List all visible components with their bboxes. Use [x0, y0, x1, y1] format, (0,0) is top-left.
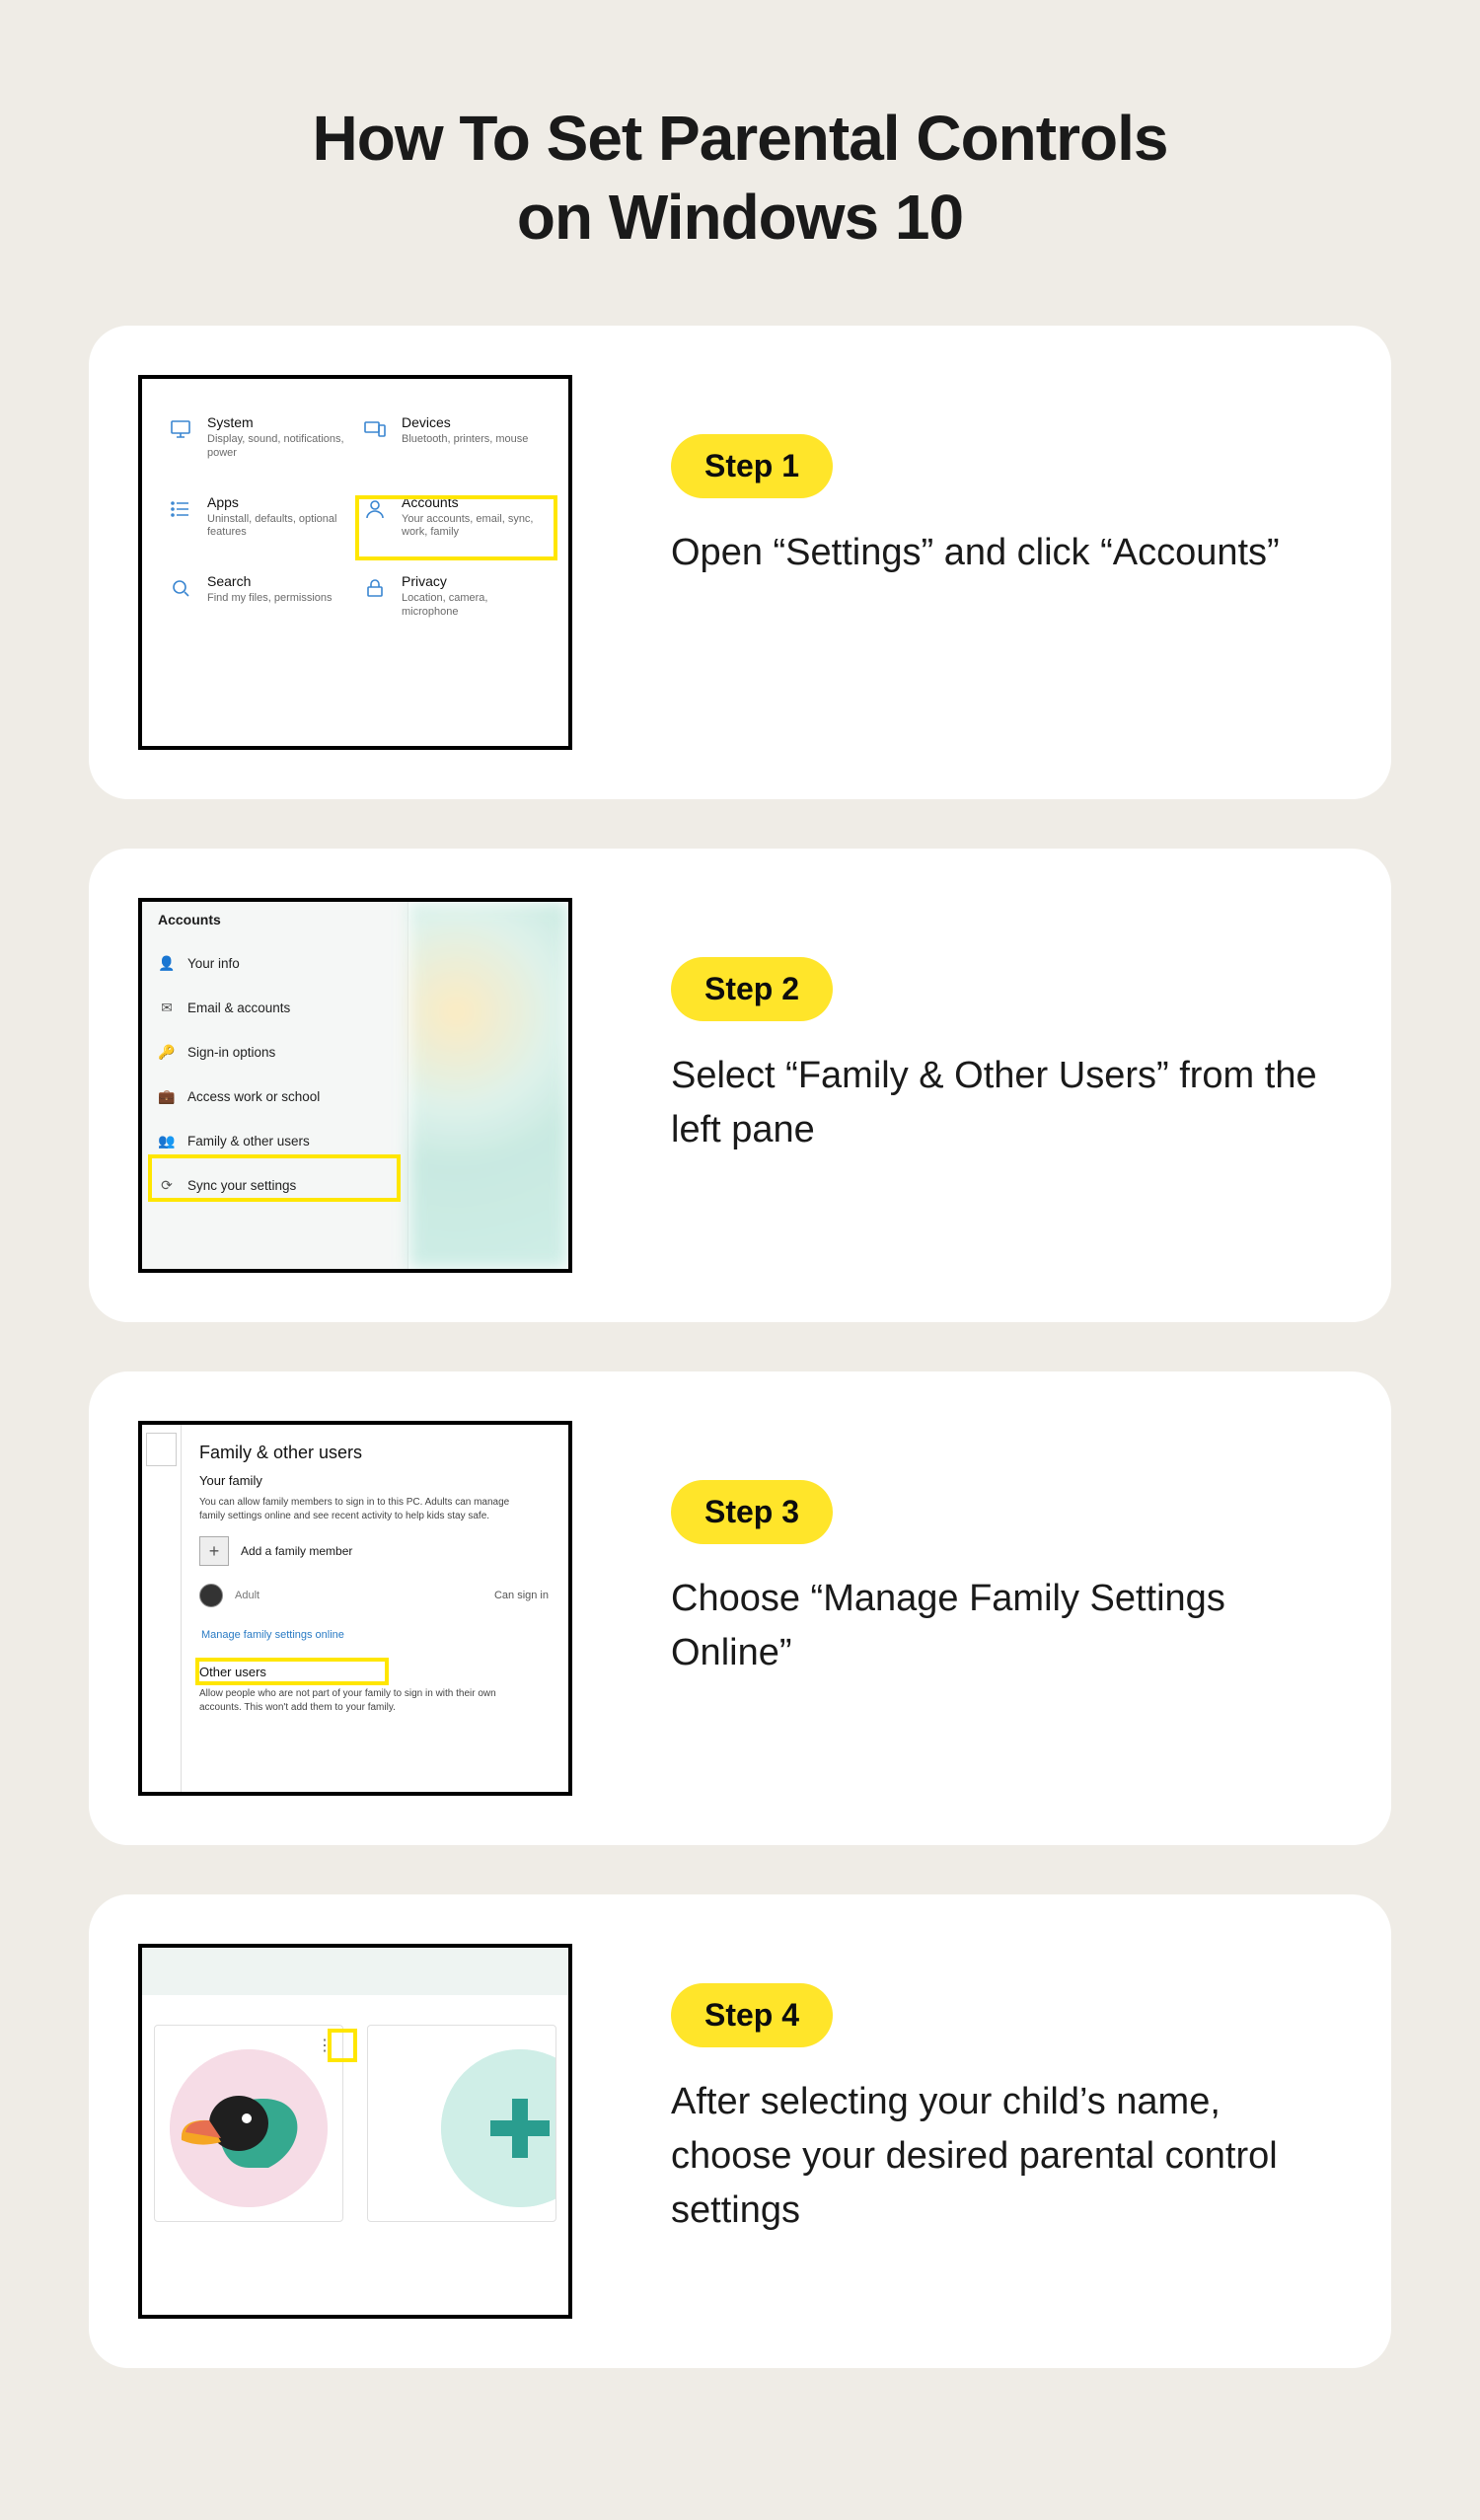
search-icon — [166, 573, 195, 603]
settings-item-label: System — [207, 414, 350, 430]
step-card-1: System Display, sound, notifications, po… — [89, 326, 1391, 799]
kebab-icon[interactable]: ⋮ — [317, 2036, 333, 2055]
child-avatar-2 — [441, 2049, 556, 2207]
settings-item-sub: Location, camera, microphone — [402, 592, 545, 620]
step-text: Select “Family & Other Users” from the l… — [671, 1049, 1332, 1157]
list-icon — [166, 494, 195, 524]
sidebar-icon: 👥 — [158, 1133, 176, 1149]
avatar-icon — [199, 1584, 223, 1607]
left-rail — [142, 1425, 182, 1792]
settings-item-label: Accounts — [402, 494, 545, 510]
sidebar-label: Family & other users — [187, 1134, 310, 1149]
settings-item-sub: Bluetooth, printers, mouse — [402, 433, 528, 447]
sidebar-icon: ✉ — [158, 1000, 176, 1016]
avatar-plus-icon — [441, 2049, 556, 2207]
settings-item-privacy[interactable]: Privacy Location, camera, microphone — [360, 573, 545, 620]
step-text: Open “Settings” and click “Accounts” — [671, 526, 1332, 580]
settings-item-label: Privacy — [402, 573, 545, 589]
manage-family-link[interactable]: Manage family settings online — [199, 1623, 346, 1647]
sidebar-label: Your info — [187, 956, 240, 971]
child-tile-1[interactable]: ⋮ — [154, 2025, 343, 2222]
step-card-2: Accounts 👤 Your info✉ Email & accounts🔑 … — [89, 849, 1391, 1322]
step-pill: Step 3 — [671, 1480, 833, 1544]
settings-item-label: Search — [207, 573, 333, 589]
lock-icon — [360, 573, 390, 603]
sidebar-label: Sign-in options — [187, 1045, 275, 1060]
family-desc: You can allow family members to sign in … — [199, 1496, 514, 1522]
family-window: Family & other users Your family You can… — [138, 1421, 572, 1796]
other-users-label: Other users — [199, 1665, 549, 1679]
page-title-line2: on Windows 10 — [517, 182, 963, 253]
sidebar-title: Accounts — [142, 902, 407, 941]
screenshot-step1: System Display, sound, notifications, po… — [138, 365, 592, 760]
step-card-3: Family & other users Your family You can… — [89, 1371, 1391, 1845]
sidebar-item-access-work-or-school[interactable]: 💼 Access work or school — [142, 1075, 407, 1119]
settings-item-sub: Find my files, permissions — [207, 592, 333, 606]
sidebar-item-sign-in-options[interactable]: 🔑 Sign-in options — [142, 1030, 407, 1075]
step-text: Choose “Manage Family Settings Online” — [671, 1572, 1332, 1680]
role-label: Adult — [235, 1590, 259, 1601]
sidebar-item-email-accounts[interactable]: ✉ Email & accounts — [142, 986, 407, 1030]
sidebar-label: Sync your settings — [187, 1178, 296, 1193]
settings-item-apps[interactable]: Apps Uninstall, defaults, optional featu… — [166, 494, 350, 541]
family-heading: Family & other users — [199, 1443, 549, 1463]
settings-item-label: Devices — [402, 414, 528, 430]
plus-icon[interactable]: + — [199, 1536, 229, 1566]
devices-icon — [360, 414, 390, 444]
monitor-icon — [166, 414, 195, 444]
screenshot-step3: Family & other users Your family You can… — [138, 1411, 592, 1806]
sidebar-label: Email & accounts — [187, 1001, 290, 1015]
other-users-desc: Allow people who are not part of your fa… — [199, 1687, 514, 1714]
screenshot-step4: ⋮ — [138, 1934, 592, 2329]
family-member-row[interactable]: Adult Can sign in — [199, 1584, 549, 1607]
sidebar-item-sync-your-settings[interactable]: ⟳ Sync your settings — [142, 1163, 407, 1208]
settings-item-devices[interactable]: Devices Bluetooth, printers, mouse — [360, 414, 545, 461]
sidebar-icon: 🔑 — [158, 1044, 176, 1061]
settings-item-label: Apps — [207, 494, 350, 510]
step-pill: Step 1 — [671, 434, 833, 498]
settings-item-sub: Display, sound, notifications, power — [207, 433, 350, 461]
sidebar-icon: ⟳ — [158, 1177, 176, 1194]
settings-item-search[interactable]: Search Find my files, permissions — [166, 573, 350, 620]
settings-item-sub: Your accounts, email, sync, work, family — [402, 513, 545, 541]
screenshot-step2: Accounts 👤 Your info✉ Email & accounts🔑 … — [138, 888, 592, 1283]
settings-window: System Display, sound, notifications, po… — [138, 375, 572, 750]
add-family-member[interactable]: + Add a family member — [199, 1536, 549, 1566]
sidebar-icon: 👤 — [158, 955, 176, 972]
settings-item-system[interactable]: System Display, sound, notifications, po… — [166, 414, 350, 461]
sidebar-label: Access work or school — [187, 1089, 320, 1104]
your-family-label: Your family — [199, 1473, 549, 1488]
settings-item-accounts[interactable]: Accounts Your accounts, email, sync, wor… — [360, 494, 545, 541]
child-avatar-1 — [170, 2049, 328, 2207]
step-text: After selecting your child’s name, choos… — [671, 2075, 1332, 2238]
sidebar-icon: 💼 — [158, 1088, 176, 1105]
add-family-label: Add a family member — [241, 1544, 352, 1558]
page-title: How To Set Parental Controls on Windows … — [89, 99, 1391, 257]
settings-item-sub: Uninstall, defaults, optional features — [207, 513, 350, 541]
signin-status: Can sign in — [494, 1590, 549, 1601]
toucan-icon — [170, 2049, 328, 2207]
dashboard-header — [142, 1948, 568, 1995]
family-dashboard: ⋮ — [138, 1944, 572, 2319]
sidebar-item-your-info[interactable]: 👤 Your info — [142, 941, 407, 986]
accounts-window: Accounts 👤 Your info✉ Email & accounts🔑 … — [138, 898, 572, 1273]
child-tile-2[interactable] — [367, 2025, 556, 2222]
page-title-line1: How To Set Parental Controls — [313, 103, 1168, 174]
search-box[interactable] — [146, 1433, 177, 1466]
step-card-4: ⋮ — [89, 1894, 1391, 2368]
person-icon — [360, 494, 390, 524]
sidebar-item-family-other-users[interactable]: 👥 Family & other users — [142, 1119, 407, 1163]
step-pill: Step 2 — [671, 957, 833, 1021]
accounts-sidebar: Accounts 👤 Your info✉ Email & accounts🔑 … — [142, 902, 408, 1269]
content-blur — [408, 902, 568, 1269]
step-pill: Step 4 — [671, 1983, 833, 2047]
